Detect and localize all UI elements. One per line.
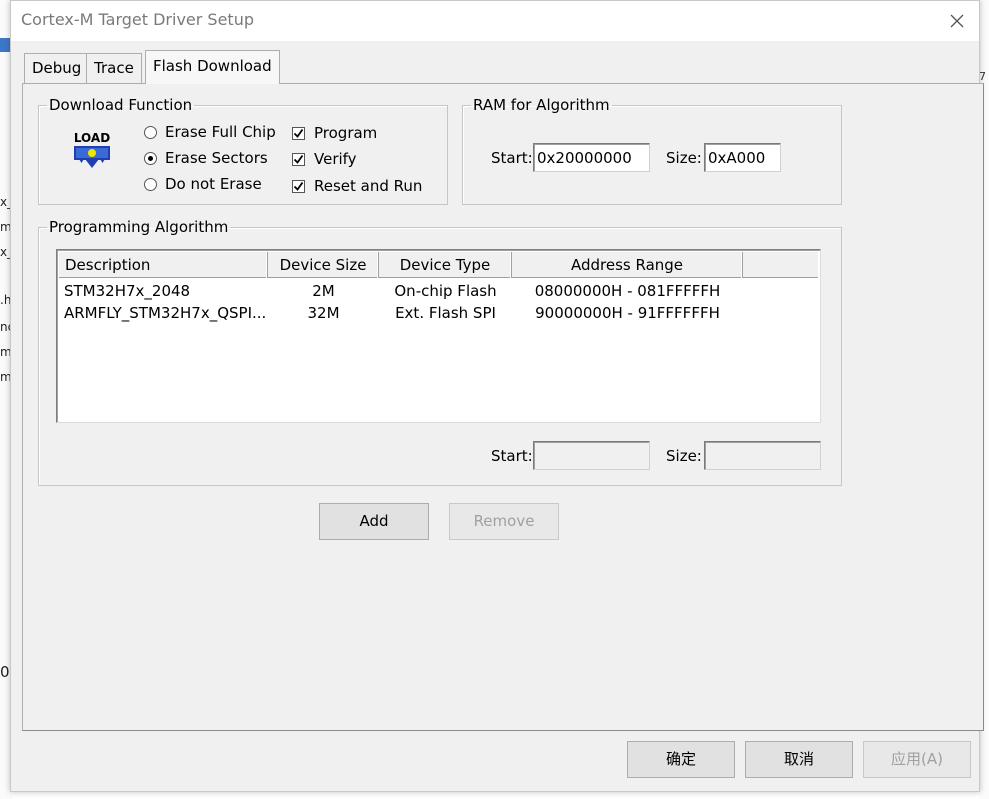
radio-indicator	[144, 125, 157, 139]
download-function-legend: Download Function	[49, 96, 193, 114]
load-icon: LOAD	[71, 129, 113, 169]
cell-address-range: 90000000H - 91FFFFFFH	[535, 304, 720, 322]
background-text-fragment: 7	[979, 70, 986, 83]
algorithm-start-label: Start:	[491, 447, 533, 465]
algorithm-start-input[interactable]	[533, 441, 650, 470]
tab-trace[interactable]: Trace	[86, 53, 142, 84]
do-not-erase-label: Do not Erase	[165, 175, 262, 193]
erase-full-chip-label: Erase Full Chip	[165, 123, 276, 141]
programming-algorithm-legend: Programming Algorithm	[49, 218, 229, 236]
algorithm-list-header: Description Device Size Device Type Addr…	[59, 252, 818, 278]
cell-device-size: 32M	[307, 304, 340, 322]
verify-checkbox[interactable]: Verify	[292, 150, 357, 168]
column-address-range[interactable]: Address Range	[512, 252, 743, 278]
cell-device-type: On-chip Flash	[394, 282, 497, 300]
algorithm-size-label: Size:	[666, 447, 702, 465]
table-row[interactable]: ARMFLY_STM32H7x_QSPI... 32M Ext. Flash S…	[59, 302, 818, 324]
target-driver-setup-dialog: Cortex-M Target Driver Setup Debug Trace…	[10, 0, 984, 792]
ram-start-label: Start:	[491, 149, 533, 167]
algorithm-size-input[interactable]	[704, 441, 821, 470]
apply-button[interactable]: 应用(A)	[863, 741, 971, 778]
svg-text:LOAD: LOAD	[74, 131, 110, 145]
erase-sectors-label: Erase Sectors	[165, 149, 268, 167]
table-row[interactable]: STM32H7x_2048 2M On-chip Flash 08000000H…	[59, 280, 818, 302]
column-device-type[interactable]: Device Type	[379, 252, 512, 278]
erase-full-chip-radio[interactable]: Erase Full Chip	[144, 123, 276, 141]
column-device-size[interactable]: Device Size	[268, 252, 379, 278]
reset-and-run-checkbox[interactable]: Reset and Run	[292, 177, 422, 195]
window-title: Cortex-M Target Driver Setup	[21, 10, 254, 29]
cell-address-range: 08000000H - 081FFFFFH	[534, 282, 721, 300]
add-button[interactable]: Add	[319, 503, 429, 540]
check-icon	[292, 126, 305, 140]
cell-device-size: 2M	[312, 282, 335, 300]
check-icon	[292, 179, 305, 193]
tab-flash-download[interactable]: Flash Download	[145, 50, 280, 84]
ok-button[interactable]: 确定	[627, 741, 735, 778]
cancel-button[interactable]: 取消	[745, 741, 853, 778]
verify-label: Verify	[314, 150, 357, 168]
close-icon	[950, 14, 964, 28]
column-filler	[743, 252, 820, 278]
do-not-erase-radio[interactable]: Do not Erase	[144, 175, 262, 193]
program-checkbox[interactable]: Program	[292, 124, 377, 142]
radio-indicator	[144, 151, 157, 165]
title-bar: Cortex-M Target Driver Setup	[11, 1, 979, 41]
cell-device-type: Ext. Flash SPI	[395, 304, 496, 322]
reset-and-run-label: Reset and Run	[314, 177, 423, 195]
program-label: Program	[314, 124, 378, 142]
close-button[interactable]	[943, 7, 971, 35]
column-description[interactable]: Description	[59, 252, 268, 278]
ram-for-algorithm-legend: RAM for Algorithm	[473, 96, 610, 114]
cell-description: STM32H7x_2048	[64, 282, 191, 300]
background-text-fragment: 0	[0, 663, 10, 681]
radio-indicator	[144, 177, 157, 191]
cell-description: ARMFLY_STM32H7x_QSPI...	[64, 304, 267, 322]
algorithm-list[interactable]: Description Device Size Device Type Addr…	[56, 249, 821, 423]
ram-size-input[interactable]	[704, 143, 781, 172]
tab-debug[interactable]: Debug	[24, 53, 90, 84]
check-icon	[292, 152, 305, 166]
ram-size-label: Size:	[666, 149, 702, 167]
erase-sectors-radio[interactable]: Erase Sectors	[144, 149, 268, 167]
ram-start-input[interactable]	[533, 143, 650, 172]
remove-button[interactable]: Remove	[449, 503, 559, 540]
background-app-icon	[0, 38, 10, 52]
